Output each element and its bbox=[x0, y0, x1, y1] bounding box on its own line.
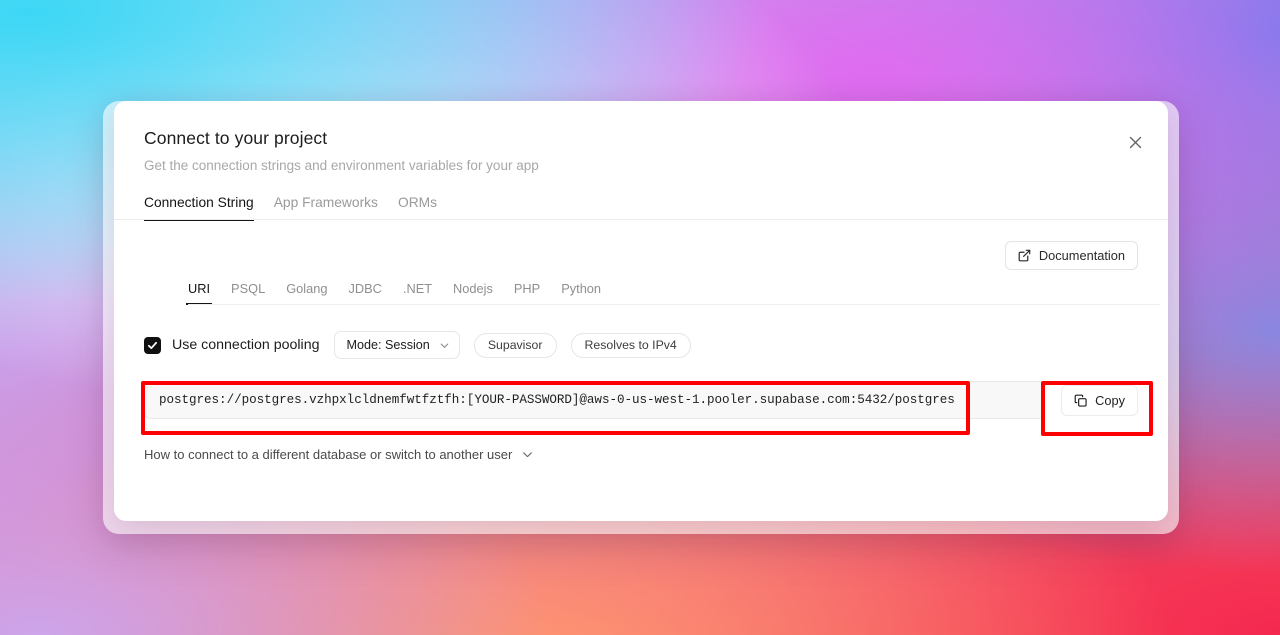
chevron-down-icon bbox=[521, 448, 534, 461]
subtab-dotnet[interactable]: .NET bbox=[403, 281, 432, 296]
copy-button[interactable]: Copy bbox=[1061, 384, 1138, 416]
connection-string-value: postgres://postgres.vzhpxlcldnemfwtfztfh… bbox=[159, 393, 955, 407]
use-connection-pooling-label: Use connection pooling bbox=[172, 337, 320, 353]
copy-icon bbox=[1074, 394, 1087, 407]
subtab-jdbc[interactable]: JDBC bbox=[348, 281, 381, 296]
close-icon bbox=[1129, 136, 1142, 149]
subtab-php[interactable]: PHP bbox=[514, 281, 540, 296]
copy-button-label: Copy bbox=[1095, 392, 1125, 408]
dialog-body: Documentation URI PSQL Golang JDBC .NET … bbox=[114, 220, 1168, 464]
chevron-down-icon bbox=[439, 340, 450, 351]
primary-tab-bar: Connection String App Frameworks ORMs bbox=[114, 195, 1168, 221]
how-to-connect-label: How to connect to a different database o… bbox=[144, 447, 513, 462]
subtab-psql[interactable]: PSQL bbox=[231, 281, 265, 296]
dialog-header: Connect to your project Get the connecti… bbox=[114, 101, 1168, 173]
tab-app-frameworks[interactable]: App Frameworks bbox=[274, 195, 378, 220]
connection-string-field[interactable]: postgres://postgres.vzhpxlcldnemfwtfztfh… bbox=[144, 381, 1046, 419]
how-to-connect-disclosure[interactable]: How to connect to a different database o… bbox=[144, 447, 534, 462]
subtab-uri[interactable]: URI bbox=[185, 281, 213, 305]
tab-orms[interactable]: ORMs bbox=[398, 195, 437, 220]
sub-tab-bar: URI PSQL Golang JDBC .NET Nodejs PHP Pyt… bbox=[185, 281, 1160, 305]
badge-supavisor: Supavisor bbox=[473, 332, 557, 358]
subtab-golang[interactable]: Golang bbox=[286, 281, 327, 296]
close-button[interactable] bbox=[1122, 129, 1148, 155]
mode-select-label: Mode: Session bbox=[346, 338, 430, 352]
connect-to-project-dialog: Connect to your project Get the connecti… bbox=[114, 101, 1168, 521]
checkmark-icon bbox=[147, 340, 158, 351]
badge-resolves-to-ipv4: Resolves to IPv4 bbox=[570, 332, 691, 358]
documentation-row: Documentation bbox=[144, 220, 1138, 270]
dialog-subtitle: Get the connection strings and environme… bbox=[144, 158, 539, 173]
external-link-icon bbox=[1018, 249, 1031, 262]
use-connection-pooling-checkbox[interactable] bbox=[144, 336, 161, 354]
mode-select[interactable]: Mode: Session bbox=[333, 331, 460, 359]
documentation-button[interactable]: Documentation bbox=[1004, 241, 1138, 270]
connection-string-row: postgres://postgres.vzhpxlcldnemfwtfztfh… bbox=[144, 381, 1138, 419]
page-title: Connect to your project bbox=[144, 128, 328, 148]
tab-connection-string[interactable]: Connection String bbox=[144, 195, 254, 221]
documentation-button-label: Documentation bbox=[1038, 248, 1125, 263]
subtab-python[interactable]: Python bbox=[561, 281, 601, 296]
subtab-nodejs[interactable]: Nodejs bbox=[453, 281, 493, 296]
connection-pooling-row: Use connection pooling Mode: Session Sup… bbox=[144, 331, 1138, 359]
